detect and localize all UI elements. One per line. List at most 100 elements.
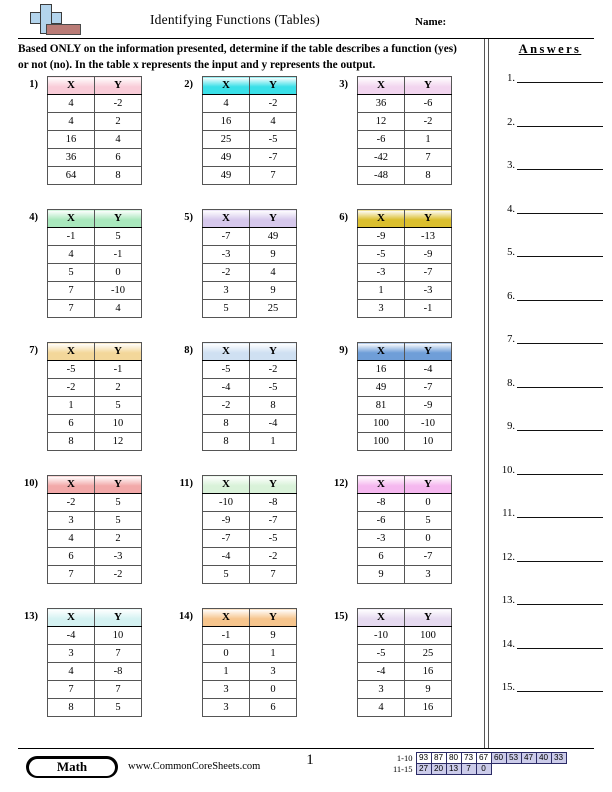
answer-blank-line[interactable] [517, 560, 603, 562]
xy-cell-y: 9 [249, 281, 297, 300]
answer-number: 13. [501, 595, 515, 606]
score-cell-empty [551, 764, 566, 775]
xy-table-header-x: X [47, 608, 95, 627]
xy-cell-x: 5 [202, 299, 250, 318]
xy-table-row: 3 -1 [357, 299, 452, 318]
score-cell: 7 [460, 763, 477, 775]
answer-blank-line[interactable] [517, 256, 603, 257]
xy-cell-x: -7 [202, 227, 250, 246]
score-cell: 53 [505, 752, 522, 764]
score-cell: 87 [430, 752, 447, 764]
xy-table-row: 4 -2 [202, 94, 297, 113]
xy-table-row: -2 2 [47, 378, 142, 397]
xy-table-row: 64 8 [47, 166, 142, 185]
answer-blank-line[interactable] [517, 299, 603, 301]
answer-number: 3. [507, 160, 515, 171]
xy-table: X Y -5 -1 -2 2 1 5 6 10 8 12 [47, 342, 142, 451]
xy-table-header-x: X [47, 475, 95, 494]
xy-cell-x: -2 [47, 493, 95, 512]
xy-table-row: -10 100 [357, 626, 452, 645]
xy-table-header-x: X [202, 475, 250, 494]
xy-cell-y: 0 [94, 263, 142, 282]
xy-table-header-y: Y [249, 475, 297, 494]
xy-table-row: -10 -8 [202, 493, 297, 512]
xy-table-header-y: Y [249, 608, 297, 627]
answer-row: 13. [492, 591, 608, 606]
answers-title: Answers [518, 42, 582, 56]
problem-number: 6) [339, 212, 348, 223]
score-cell-empty [536, 764, 551, 775]
score-cell: 67 [475, 752, 492, 764]
xy-table-row: -2 5 [47, 493, 142, 512]
xy-cell-y: 7 [94, 680, 142, 699]
xy-table: X Y 16 -4 49 -7 81 -9 100 -10 100 10 [357, 342, 452, 451]
xy-cell-y: -13 [404, 227, 452, 246]
xy-cell-y: -8 [249, 493, 297, 512]
xy-table-row: -4 10 [47, 626, 142, 645]
score-cell-empty [506, 764, 521, 775]
answer-row: 9. [492, 417, 608, 432]
score-cell: 80 [445, 752, 462, 764]
answer-blank-line[interactable] [517, 517, 603, 518]
xy-cell-x: -4 [357, 662, 405, 681]
xy-cell-y: 3 [249, 662, 297, 681]
xy-table-row: -9 -7 [202, 511, 297, 530]
answer-blank-line[interactable] [517, 125, 603, 127]
xy-cell-x: 6 [47, 547, 95, 566]
xy-cell-y: 25 [404, 644, 452, 663]
xy-table-row: 35 [47, 511, 142, 530]
xy-cell-y: 5 [404, 511, 452, 530]
xy-cell-y: 0 [404, 493, 452, 512]
xy-table-row: 13 [202, 662, 297, 681]
answer-blank-line[interactable] [517, 212, 603, 214]
xy-cell-x: 25 [202, 130, 250, 149]
xy-cell-x: 1 [202, 662, 250, 681]
score-cell-empty [491, 764, 506, 775]
xy-table-row: 16 -4 [357, 360, 452, 379]
answer-blank-line[interactable] [517, 169, 603, 170]
answer-blank-line[interactable] [517, 604, 603, 605]
xy-cell-y: 2 [94, 112, 142, 131]
answer-blank-line[interactable] [517, 691, 603, 692]
subject-badge-label: Math [29, 758, 115, 776]
xy-cell-y: 5 [94, 493, 142, 512]
xy-table-row: 50 [47, 263, 142, 282]
problem-number: 14) [179, 611, 193, 622]
xy-table-header-y: Y [94, 76, 142, 95]
score-cell: 20 [430, 763, 447, 775]
answer-blank-line[interactable] [517, 386, 603, 388]
xy-cell-x: 16 [357, 360, 405, 379]
xy-cell-x: 9 [357, 565, 405, 584]
xy-cell-x: 0 [202, 644, 250, 663]
xy-cell-x: 4 [47, 662, 95, 681]
answer-blank-line[interactable] [517, 82, 603, 83]
problem-number: 9) [339, 345, 348, 356]
xy-cell-y: -1 [94, 245, 142, 264]
xy-cell-x: 3 [202, 680, 250, 699]
xy-cell-y: 0 [404, 529, 452, 548]
answer-blank-line[interactable] [517, 647, 603, 649]
xy-cell-x: 36 [357, 94, 405, 113]
xy-table: X Y -8 0 -6 5 -3 0 6 -7 9 3 [357, 475, 452, 584]
answer-blank-line[interactable] [517, 343, 603, 344]
answer-blank-line[interactable] [517, 430, 603, 431]
answer-blank-line[interactable] [517, 473, 603, 475]
score-cell: 40 [535, 752, 552, 764]
xy-table: X Y -1 5 4 -1 5 0 7 -10 7 4 [47, 209, 142, 318]
answer-row: 10. [492, 461, 608, 476]
answer-number: 11. [502, 508, 515, 519]
xy-cell-x: -1 [47, 227, 95, 246]
xy-table-row: -8 0 [357, 493, 452, 512]
xy-cell-x: -1 [202, 626, 250, 645]
xy-cell-y: -6 [404, 94, 452, 113]
xy-cell-y: 16 [404, 662, 452, 681]
xy-table-row: 77 [47, 680, 142, 699]
xy-cell-x: 100 [357, 432, 405, 451]
xy-cell-y: 7 [94, 644, 142, 663]
xy-cell-y: 9 [249, 245, 297, 264]
xy-cell-y: 4 [94, 130, 142, 149]
xy-cell-y: 7 [404, 148, 452, 167]
score-table: 1-10 93 87 80 73 67 60 53 47 40 33 11-15 27 20 13 7 0 [386, 752, 567, 775]
xy-cell-y: 1 [249, 644, 297, 663]
xy-cell-y: 4 [94, 299, 142, 318]
